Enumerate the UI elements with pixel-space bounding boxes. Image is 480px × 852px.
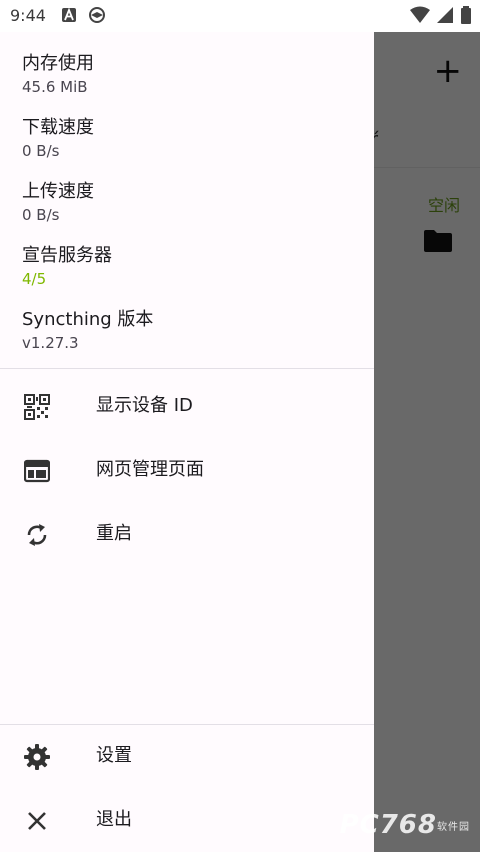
divider	[0, 368, 374, 369]
navigation-drawer: 内存使用 45.6 MiB 下载速度 0 B/s 上传速度 0 B/s 宣告服务…	[0, 32, 374, 852]
menu-label: 重启	[96, 523, 132, 544]
web-page-icon	[24, 459, 50, 483]
stat-upload-speed: 上传速度 0 B/s	[22, 181, 94, 224]
stat-value: 4/5	[22, 270, 47, 288]
close-icon	[28, 812, 46, 830]
stat-download-speed: 下载速度 0 B/s	[22, 117, 94, 160]
menu-settings[interactable]: 设置	[0, 724, 374, 788]
stat-value: 0 B/s	[22, 142, 60, 160]
stat-label: 上传速度	[22, 181, 94, 202]
watermark-logo: PC768软件园	[340, 810, 470, 840]
menu-label: 显示设备 ID	[96, 395, 193, 416]
system-indicators	[410, 6, 472, 24]
app-notification-icon	[62, 7, 76, 22]
stat-label: 宣告服务器	[22, 245, 112, 266]
gear-icon	[24, 744, 50, 770]
stat-value: v1.27.3	[22, 334, 79, 352]
menu-web-gui[interactable]: 网页管理页面	[0, 438, 374, 502]
restart-icon	[27, 524, 47, 546]
signal-icon	[437, 7, 453, 23]
stat-label: 内存使用	[22, 53, 94, 74]
qr-code-icon	[24, 394, 50, 420]
stat-label: 下载速度	[22, 117, 94, 138]
stat-announce-servers: 宣告服务器 4/5	[22, 245, 112, 288]
menu-label: 设置	[96, 745, 132, 766]
menu-restart[interactable]: 重启	[0, 502, 374, 566]
stat-label: Syncthing 版本	[22, 309, 154, 330]
wifi-icon	[410, 6, 430, 23]
stat-memory-usage: 内存使用 45.6 MiB	[22, 53, 94, 96]
status-time: 9:44	[10, 6, 46, 25]
sync-notification-icon	[89, 7, 105, 23]
stat-value: 0 B/s	[22, 206, 60, 224]
stat-value: 45.6 MiB	[22, 78, 88, 96]
stat-syncthing-version: Syncthing 版本 v1.27.3	[22, 309, 153, 352]
watermark-subtext: 软件园	[437, 822, 470, 833]
battery-icon	[461, 6, 471, 24]
menu-label: 网页管理页面	[96, 459, 204, 480]
watermark-text: PC768	[339, 810, 437, 840]
status-bar: 9:44	[0, 0, 480, 32]
menu-exit[interactable]: 退出	[0, 788, 374, 852]
menu-show-device-id[interactable]: 显示设备 ID	[0, 374, 374, 438]
menu-label: 退出	[96, 809, 132, 830]
